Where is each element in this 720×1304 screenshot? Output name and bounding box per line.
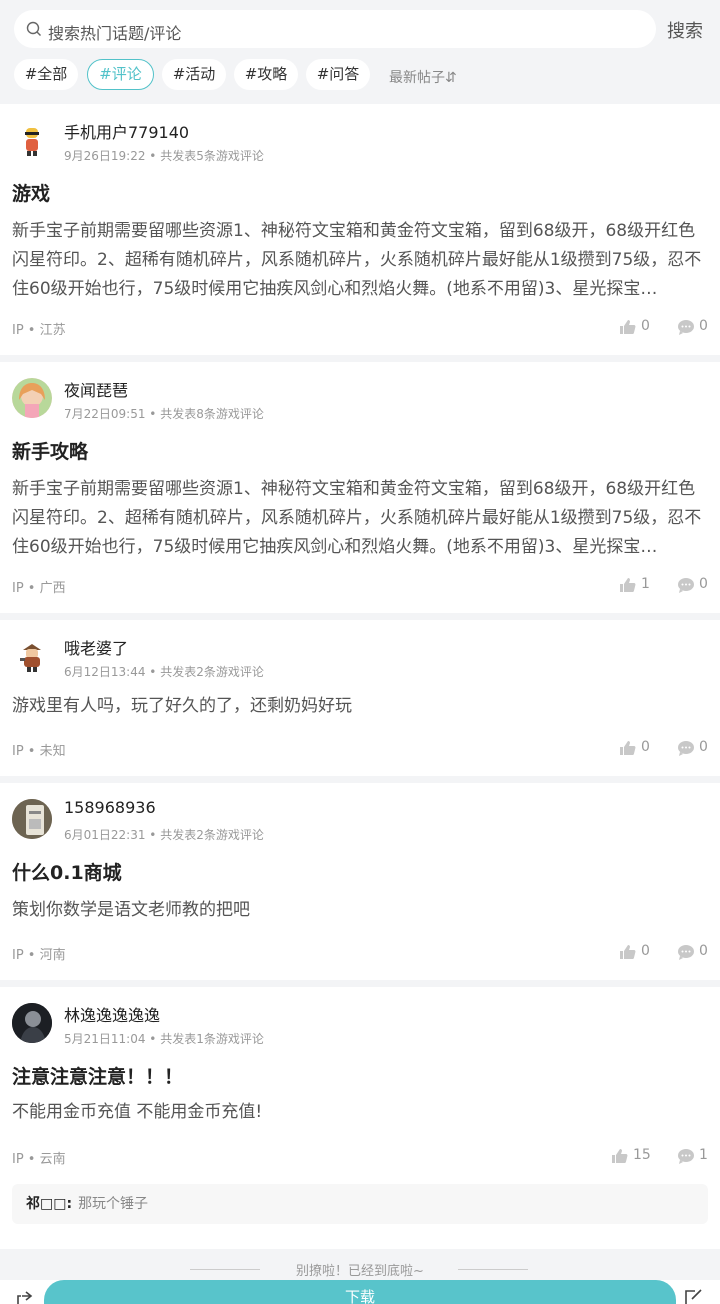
ip-location: IP • 河南 — [12, 948, 66, 963]
bottom-bar: 下载 — [0, 1280, 720, 1304]
tab-all[interactable]: #全部 — [14, 59, 78, 90]
post-card[interactable]: 哦老婆了 6月12日13:44 • 共发表2条游戏评论 游戏里有人吗，玩了好久的… — [0, 620, 720, 776]
reply-username: 祁□□: — [26, 1196, 73, 1212]
ip-location: IP • 云南 — [12, 1152, 66, 1167]
post-title: 什么0.1商城 — [12, 862, 122, 884]
comment-count: 0 — [699, 318, 708, 334]
reply-preview[interactable]: 祁□□: 那玩个锤子 — [12, 1184, 708, 1224]
post-card[interactable]: 158968936 6月01日22:31 • 共发表2条游戏评论 什么0.1商城… — [0, 783, 720, 980]
post-card[interactable]: 林逸逸逸逸逸 5月21日11:04 • 共发表1条游戏评论 注意注意注意！！！ … — [0, 987, 720, 1249]
thumbs-up-icon — [620, 741, 636, 755]
avatar[interactable] — [12, 1003, 52, 1043]
post-body: 策划你数学是语文老师教的把吧 — [12, 900, 250, 920]
post-body: 新手宝子前期需要留哪些资源1、神秘符文宝箱和黄金符文宝箱，留到68级开，68级开… — [12, 479, 702, 557]
comment-icon — [678, 741, 694, 756]
thumbs-up-icon — [612, 1149, 628, 1163]
username[interactable]: 手机用户779140 — [64, 119, 189, 143]
sort-dropdown[interactable]: 最新帖子⇵ — [389, 67, 457, 87]
username[interactable]: 158968936 — [64, 798, 156, 817]
post-card[interactable]: 夜闻琵琶 7月22日09:51 • 共发表8条游戏评论 新手攻略 新手宝子前期需… — [0, 362, 720, 613]
post-body: 新手宝子前期需要留哪些资源1、神秘符文宝箱和黄金符文宝箱，留到68级开，68级开… — [12, 221, 702, 299]
tab-comments[interactable]: #评论 — [87, 59, 154, 90]
post-body: 游戏里有人吗，玩了好久的了，还剩奶妈好玩 — [12, 696, 352, 716]
post-body: 不能用金币充值 不能用金币充值! — [12, 1102, 263, 1122]
share-icon[interactable] — [16, 1290, 34, 1304]
post-meta: 7月22日09:51 • 共发表8条游戏评论 — [64, 407, 264, 421]
username[interactable]: 哦老婆了 — [64, 635, 128, 659]
ip-location: IP • 江苏 — [12, 323, 66, 338]
username[interactable]: 夜闻琵琶 — [64, 377, 128, 401]
ip-location: IP • 未知 — [12, 744, 66, 759]
post-title: 游戏 — [12, 183, 51, 205]
thumbs-up-icon — [620, 578, 636, 592]
comment-count: 0 — [699, 943, 708, 959]
post-card[interactable]: 手机用户779140 9月26日19:22 • 共发表5条游戏评论 游戏 新手宝… — [0, 104, 720, 355]
post-meta: 6月12日13:44 • 共发表2条游戏评论 — [64, 665, 264, 679]
comment-icon — [678, 1149, 694, 1164]
download-button[interactable]: 下载 — [44, 1280, 676, 1304]
end-of-list: 别撩啦！已经到底啦~ — [0, 1256, 720, 1282]
tab-events[interactable]: #活动 — [162, 59, 226, 90]
avatar[interactable] — [12, 378, 52, 418]
search-button[interactable]: 搜索 — [667, 17, 703, 43]
comment-icon — [678, 320, 694, 335]
post-title: 新手攻略 — [12, 441, 89, 463]
post-meta: 9月26日19:22 • 共发表5条游戏评论 — [64, 149, 264, 163]
post-title: 注意注意注意！！！ — [12, 1066, 184, 1088]
comment-count: 0 — [699, 739, 708, 755]
username[interactable]: 林逸逸逸逸逸 — [64, 1002, 160, 1026]
thumbs-up-icon — [620, 320, 636, 334]
search-icon — [26, 21, 41, 36]
comment-icon — [678, 578, 694, 593]
post-meta: 6月01日22:31 • 共发表2条游戏评论 — [64, 828, 264, 842]
like-count: 0 — [641, 739, 650, 755]
thumbs-up-icon — [620, 945, 636, 959]
comment-count: 1 — [699, 1147, 708, 1163]
like-count: 0 — [641, 943, 650, 959]
avatar[interactable] — [12, 120, 52, 160]
ip-location: IP • 广西 — [12, 581, 66, 596]
tab-qa[interactable]: #问答 — [306, 59, 370, 90]
end-text: 别撩啦！已经到底啦~ — [296, 1264, 424, 1279]
reply-text: 那玩个锤子 — [78, 1196, 149, 1212]
top-bar: 搜索热门话题/评论 搜索 #全部 #评论 #活动 #攻略 #问答 最新帖子⇵ — [0, 0, 720, 104]
tab-guides[interactable]: #攻略 — [234, 59, 298, 90]
search-input[interactable]: 搜索热门话题/评论 — [14, 10, 656, 48]
edit-icon[interactable] — [684, 1288, 704, 1304]
search-placeholder: 搜索热门话题/评论 — [48, 24, 182, 43]
avatar[interactable] — [12, 799, 52, 839]
like-count: 15 — [633, 1147, 651, 1163]
avatar[interactable] — [12, 636, 52, 676]
like-count: 1 — [641, 576, 650, 592]
post-meta: 5月21日11:04 • 共发表1条游戏评论 — [64, 1032, 264, 1046]
like-count: 0 — [641, 318, 650, 334]
comment-icon — [678, 945, 694, 960]
comment-count: 0 — [699, 576, 708, 592]
